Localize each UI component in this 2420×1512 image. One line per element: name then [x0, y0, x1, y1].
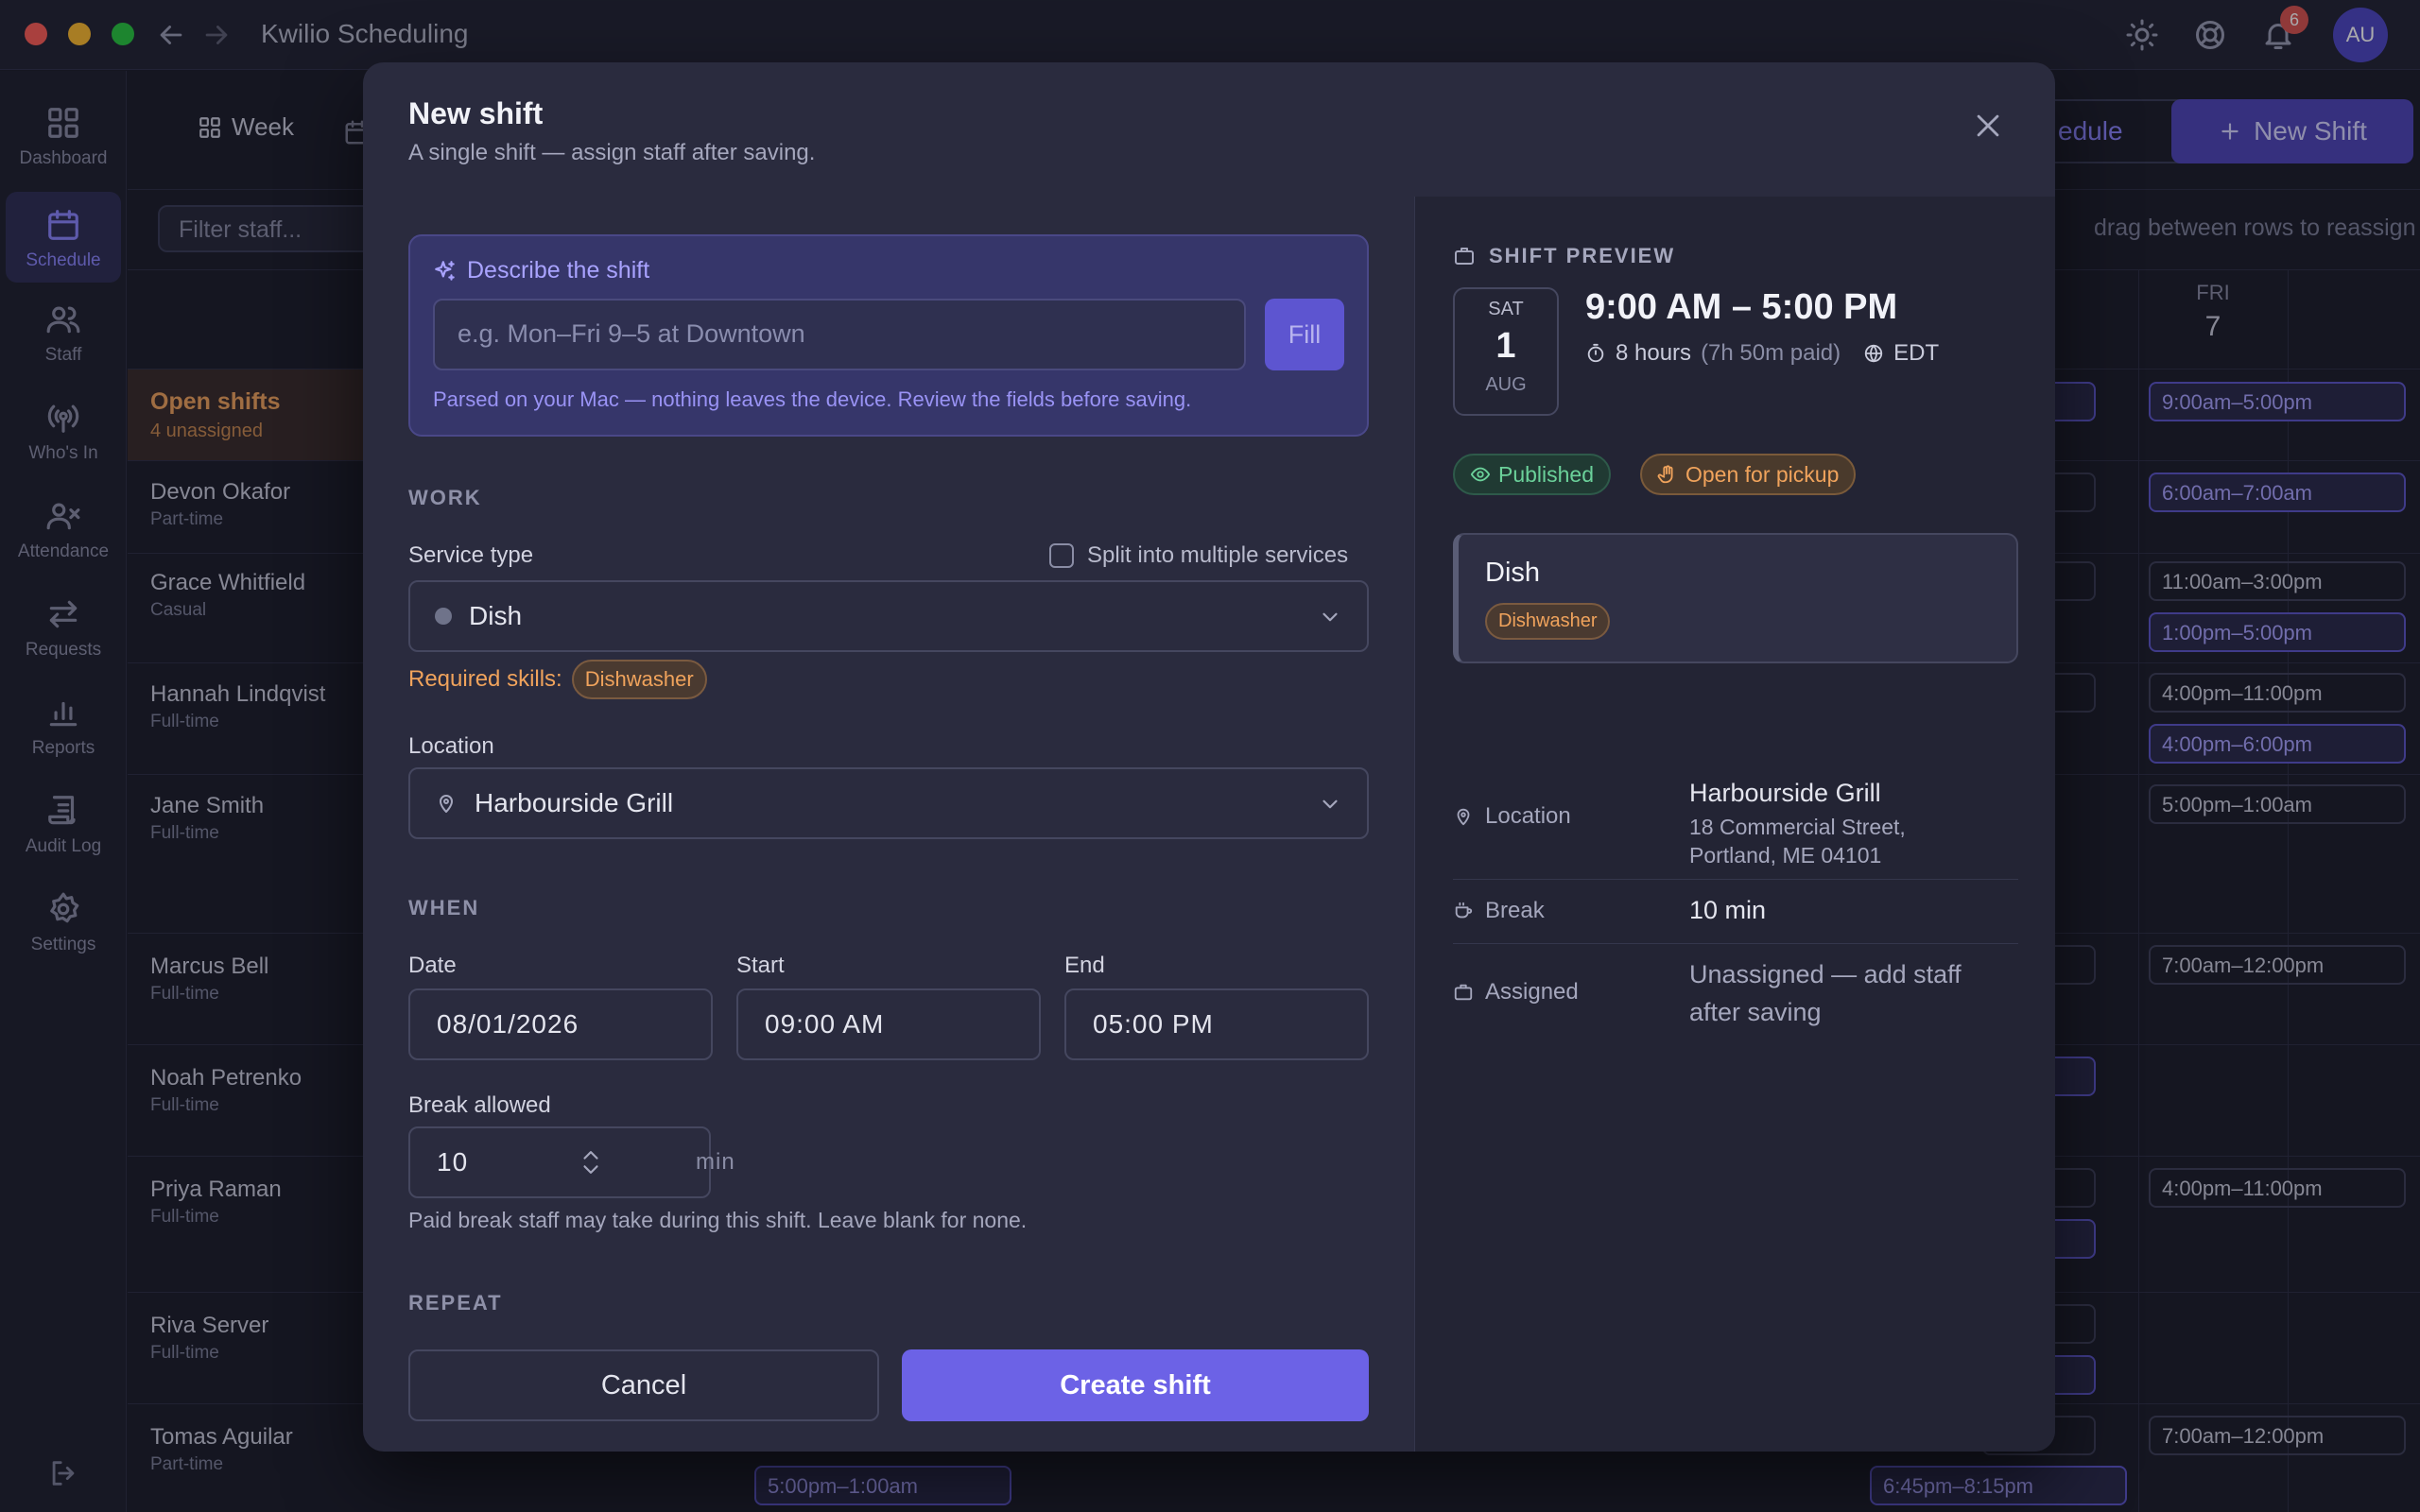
split-services-checkbox[interactable]: Split into multiple services	[1049, 542, 1348, 569]
preview-location-addr2: Portland, ME 04101	[1689, 843, 1882, 868]
section-repeat: REPEAT	[408, 1291, 503, 1314]
timer-icon	[1587, 343, 1604, 363]
preview-assigned-label: Assigned	[1453, 979, 1579, 1005]
break-input[interactable]: 10 min	[408, 1126, 735, 1198]
briefcase-icon	[1455, 248, 1474, 265]
status-badge-pickup: Open for pickup	[1640, 454, 1857, 495]
preview-service-name: Dish	[1485, 558, 1541, 588]
checkbox-box[interactable]	[1049, 543, 1074, 568]
location-value: Harbourside Grill	[475, 788, 674, 817]
end-label: End	[1064, 953, 1105, 978]
cancel-button[interactable]: Cancel	[408, 1349, 879, 1421]
preview-day: 1	[1495, 326, 1516, 366]
preview-assigned-line2: after saving	[1689, 998, 1822, 1026]
preview-date-tile: SAT 1 AUG	[1453, 287, 1559, 416]
preview-duration: 8 hours	[1616, 340, 1692, 366]
preview-heading-label: SHIFT PREVIEW	[1489, 244, 1676, 267]
split-services-label: Split into multiple services	[1087, 542, 1349, 568]
assigned-label-text: Assigned	[1485, 979, 1579, 1005]
location-select[interactable]: Harbourside Grill	[408, 767, 1369, 839]
stepper-icon[interactable]	[579, 1145, 603, 1179]
required-skills-label: Required skills:	[408, 666, 562, 692]
describe-shift-panel: Describe the shift e.g. Mon–Fri 9–5 at D…	[408, 234, 1369, 437]
break-label: Break allowed	[408, 1092, 551, 1118]
describe-shift-input[interactable]: e.g. Mon–Fri 9–5 at Downtown	[433, 299, 1246, 370]
service-type-select[interactable]: Dish	[408, 580, 1369, 652]
start-label: Start	[736, 953, 785, 978]
preview-service-card: Dish Dishwasher	[1453, 533, 2018, 663]
required-skills: Required skills: Dishwasher	[408, 660, 707, 699]
eye-icon	[1470, 467, 1491, 482]
preview-time-range: 9:00 AM – 5:00 PM	[1585, 287, 1898, 327]
section-when: WHEN	[408, 896, 480, 919]
modal-subtitle: A single shift — assign staff after savi…	[408, 140, 816, 165]
end-time-input[interactable]: 05:00 PM	[1064, 988, 1369, 1060]
preview-break-value: 10 min	[1689, 896, 1767, 924]
coffee-icon	[1455, 902, 1473, 919]
status-pickup-label: Open for pickup	[1685, 461, 1840, 487]
service-type-label: Service type	[408, 542, 534, 568]
status-badge-published: Published	[1453, 454, 1612, 495]
preview-assigned-line1: Unassigned — add staff	[1689, 960, 1962, 988]
map-pin-icon	[440, 795, 453, 813]
describe-heading: Describe the shift	[433, 257, 649, 284]
divider	[1453, 943, 2018, 944]
modal-title: New shift	[408, 96, 544, 130]
preview-break-label: Break	[1453, 898, 1545, 924]
divider	[1453, 879, 2018, 880]
break-value: 10	[437, 1147, 469, 1177]
briefcase-icon	[1454, 984, 1473, 1001]
break-help-text: Paid break staff may take during this sh…	[408, 1208, 1028, 1232]
close-icon[interactable]	[1972, 110, 2004, 142]
new-shift-modal: New shift A single shift — assign staff …	[363, 62, 2055, 1452]
skill-pill: Dishwasher	[1485, 603, 1611, 640]
preview-location-addr1: 18 Commercial Street,	[1689, 815, 1906, 839]
preview-location-label: Location	[1453, 803, 1571, 830]
date-label: Date	[408, 953, 457, 978]
describe-note: Parsed on your Mac — nothing leaves the …	[433, 387, 1192, 411]
chevron-down-icon	[1322, 612, 1338, 622]
location-label-text: Location	[1485, 803, 1571, 829]
preview-timezone: EDT	[1893, 340, 1940, 366]
start-time-input[interactable]: 09:00 AM	[736, 988, 1041, 1060]
sparkles-icon	[435, 260, 455, 281]
service-type-value: Dish	[469, 601, 523, 630]
service-color-dot	[435, 608, 452, 625]
map-pin-icon	[1457, 808, 1470, 826]
chevron-down-icon	[1322, 799, 1338, 809]
break-unit: min	[696, 1149, 735, 1175]
date-input[interactable]: 08/01/2026	[408, 988, 713, 1060]
describe-heading-label: Describe the shift	[467, 257, 650, 284]
section-work: WORK	[408, 486, 482, 509]
globe-icon	[1864, 344, 1883, 363]
preview-paid: (7h 50m paid)	[1701, 340, 1841, 366]
shift-preview-pane: SHIFT PREVIEW SAT 1 AUG 9:00 AM – 5:00 P…	[1414, 197, 2055, 1452]
break-label-text: Break	[1485, 898, 1545, 923]
hand-icon	[1657, 465, 1673, 484]
preview-meta: 8 hours (7h 50m paid) EDT	[1585, 340, 1939, 367]
status-published-label: Published	[1498, 461, 1595, 487]
location-label: Location	[408, 733, 494, 759]
skill-pill: Dishwasher	[571, 660, 707, 699]
create-shift-button[interactable]: Create shift	[902, 1349, 1369, 1421]
preview-heading: SHIFT PREVIEW	[1453, 244, 1675, 268]
preview-month: AUG	[1485, 374, 1527, 395]
fill-button[interactable]: Fill	[1265, 299, 1344, 370]
preview-dow: SAT	[1488, 299, 1524, 319]
preview-location-name: Harbourside Grill	[1689, 779, 1881, 807]
